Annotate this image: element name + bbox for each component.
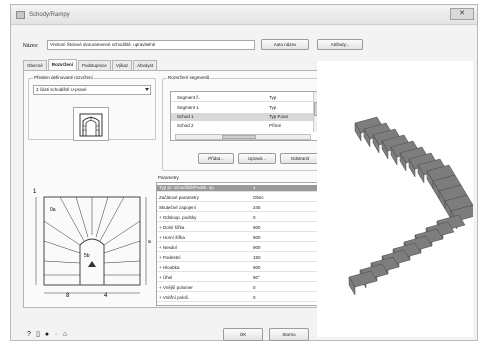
property-name: Začátové parametry [159, 195, 200, 200]
name-input[interactable]: Vnitroní Štolové dvouramenné schodiště, … [47, 40, 255, 50]
tab-layout[interactable]: Rozvržení [47, 59, 78, 70]
segments-group-label: Rozvržení segmentů [167, 75, 211, 80]
auto-name-button[interactable]: Auto název [261, 39, 309, 50]
close-button[interactable]: ✕ [450, 8, 474, 20]
tab-risers[interactable]: Podstupnice [78, 60, 111, 70]
table-row[interactable]: Typ pr. schodiště/Podsk. sp. 1 [157, 185, 321, 192]
table-row[interactable]: Začátové parametry Obec [157, 195, 321, 202]
layout-combo-value: 3 části schodiště U-pravé [36, 87, 87, 92]
window-title: Schody/Rampy [29, 12, 70, 18]
dialog-window: Schody/Rampy ✕ Název: Vnitroní Štolové d… [0, 0, 488, 345]
layout-preview [73, 107, 109, 141]
stair-step [348, 270, 378, 296]
segment-name: Schod 2 [177, 123, 194, 128]
table-row[interactable]: + Odsloup. podsky 0 [157, 215, 321, 222]
table-row[interactable]: + Vnitřní pološ. 0 [157, 295, 321, 302]
plan-dim-f: a [148, 239, 151, 245]
property-name: + Vnější polomer [159, 285, 193, 290]
edit-segment-button[interactable]: Upravit... [238, 153, 276, 164]
property-name: + Úhel [159, 275, 173, 280]
segment-name: Schod 1 [177, 114, 194, 119]
info-icon[interactable]: ▯ [34, 330, 42, 339]
segments-list-header: Segment č. Typ [171, 94, 314, 102]
chevron-down-icon [145, 88, 149, 91]
stair-3d-view[interactable] [317, 61, 473, 337]
layout-combo[interactable]: 3 části schodiště U-pravé [33, 85, 151, 95]
property-value[interactable]: 0 [253, 215, 319, 222]
ok-button[interactable]: OK [223, 328, 263, 341]
properties-grid[interactable]: Typ pr. schodiště/Podsk. sp. 1 Začátové pa… [156, 182, 328, 306]
segments-hscrollbar[interactable] [175, 134, 311, 140]
layout-tab-panel: Předem definované rozvržení 3 části scho… [23, 70, 329, 308]
list-item[interactable]: Schod 2 Přímé [171, 122, 314, 130]
segments-hscroll-thumb[interactable] [222, 135, 256, 139]
stair-plan-drawing: 1 0a 8 5b 4 a [33, 189, 151, 299]
property-value[interactable]: 150 [253, 255, 319, 262]
property-value[interactable]: 1 [253, 185, 319, 192]
table-row[interactable]: + Nesání 900 [157, 245, 321, 252]
cancel-button[interactable]: Storno [269, 328, 309, 341]
property-name: + Odsloup. podsky [159, 215, 197, 220]
arrow-icon[interactable]: · [52, 330, 60, 339]
table-row[interactable]: + Vnější polomer 0 [157, 285, 321, 292]
table-row[interactable]: + Úhel 90° [157, 275, 321, 282]
predefined-layout-group: Předem definované rozvržení 3 části scho… [28, 75, 156, 141]
plan-dim-c: 8 [66, 293, 70, 299]
table-row[interactable]: Skutečné zapojení 245 [157, 205, 321, 212]
property-name: Skutečné zapojení [159, 205, 197, 210]
plan-dim-d: 5b [84, 253, 90, 259]
remove-segment-button[interactable]: Odstranit [280, 153, 320, 164]
tool-icon[interactable]: ⌂ [61, 330, 69, 339]
property-value[interactable]: 900 [253, 265, 319, 272]
property-value[interactable]: 90° [253, 275, 319, 282]
property-name: Typ pr. schodiště/Podsk. sp. [159, 185, 216, 190]
table-row[interactable]: + Podestní 150 [157, 255, 321, 262]
property-name: + Podestní [159, 255, 181, 260]
properties-label: Parametry [158, 175, 179, 180]
segment-type: Typ [269, 105, 277, 110]
property-name: + Horní šířka [159, 235, 185, 240]
attributes-button[interactable]: Atributy... [317, 39, 363, 50]
segments-col-type: Typ [269, 95, 277, 100]
tab-report[interactable]: Výkaz [111, 60, 133, 70]
plan-dim-a: 1 [33, 189, 37, 195]
title-bar[interactable]: Schody/Rampy ✕ [11, 5, 477, 25]
plan-dim-b: 0a [50, 207, 56, 213]
tab-strip: Obecné Rozvržení Podstupnice Výkaz Abvdy… [23, 59, 158, 70]
property-name: + Dolní šířka [159, 225, 185, 230]
segments-list[interactable]: Segment č. Typ Segment 1 Typ Schod 1 Typ… [170, 91, 320, 141]
property-name: + Vnitřní pološ. [159, 295, 190, 300]
property-value[interactable]: 0 [253, 285, 319, 292]
list-item[interactable]: Segment 1 Typ [171, 104, 314, 112]
tab-other[interactable]: Abvdyst [133, 60, 158, 70]
name-label: Název: [23, 43, 39, 49]
tab-general[interactable]: Obecné [23, 60, 47, 70]
property-value[interactable]: 900 [253, 245, 319, 252]
library-icon[interactable]: ● [43, 330, 51, 339]
segment-type: Typ P.avs [269, 114, 289, 119]
help-icon[interactable]: ? [25, 330, 33, 339]
segment-name: Segment 1 [177, 105, 199, 110]
property-value[interactable]: 900 [253, 225, 319, 232]
property-value[interactable]: 900 [253, 235, 319, 242]
table-row[interactable]: + Hloubka 900 [157, 265, 321, 272]
predefined-layout-label: Předem definované rozvržení [33, 75, 94, 80]
table-row[interactable]: + Dolní šířka 900 [157, 225, 321, 232]
u-stair-preview-icon [79, 113, 103, 137]
list-item[interactable]: Schod 1 Typ P.avs [171, 113, 314, 121]
segment-type: Přímé [269, 123, 282, 128]
property-value[interactable]: Obec [253, 195, 319, 202]
plan-dim-e: 4 [104, 293, 108, 299]
footer-icons: ? ▯ ● · ⌂ [25, 330, 70, 339]
property-value[interactable]: 0 [253, 295, 319, 302]
table-row[interactable]: + Horní šířka 900 [157, 235, 321, 242]
app-icon [16, 11, 25, 19]
property-value[interactable]: 245 [253, 205, 319, 212]
property-name: + Nesání [159, 245, 178, 250]
segments-col-segment: Segment č. [177, 95, 200, 100]
add-segment-button[interactable]: Přidat... [198, 153, 234, 164]
dialog-frame: Schody/Rampy ✕ Název: Vnitroní Štolové d… [10, 4, 478, 341]
property-name: + Hloubka [159, 265, 180, 270]
